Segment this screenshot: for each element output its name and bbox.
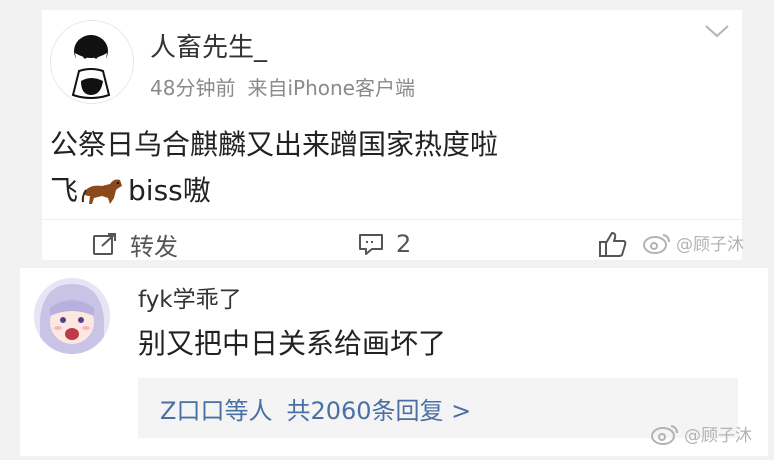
- post-text-fly: 飞: [50, 174, 79, 207]
- watermark-text: @顾子沐: [684, 426, 752, 446]
- post-card: 人畜先生_ 48分钟前 来自iPhone客户端 公祭日乌合麒麟又出来蹭国家热度啦 …: [42, 10, 742, 261]
- replies-who: Z口口等人: [160, 396, 273, 425]
- post-text-line-1: 公祭日乌合麒麟又出来蹭国家热度啦: [50, 128, 499, 161]
- comment-count: 2: [396, 230, 412, 258]
- post-text: 公祭日乌合麒麟又出来蹭国家热度啦 飞 biss嗷: [50, 122, 498, 214]
- view-replies-button[interactable]: Z口口等人 共2060条回复 >: [138, 378, 738, 438]
- author-name[interactable]: 人畜先生_: [150, 27, 267, 64]
- comment-button[interactable]: 2: [358, 229, 411, 259]
- watermark-text: @顾子沐: [676, 235, 744, 255]
- replies-count: 共2060条回复 >: [286, 396, 472, 425]
- watermark: @顾子沐: [642, 230, 744, 255]
- thumbs-up-icon: [599, 232, 627, 257]
- horse-emoji-icon: [80, 174, 126, 206]
- post-meta: 48分钟前 来自iPhone客户端: [150, 72, 415, 101]
- post-text-line-2: 飞 biss嗷: [50, 168, 498, 214]
- watermark: @顾子沐: [650, 421, 752, 446]
- like-button[interactable]: [598, 229, 640, 259]
- repost-label: 转发: [130, 232, 178, 261]
- author-avatar[interactable]: [50, 20, 134, 104]
- comment-icon: [359, 234, 383, 255]
- repost-button[interactable]: 转发: [92, 229, 178, 261]
- post-source: 来自iPhone客户端: [247, 76, 415, 100]
- post-text-biss: biss嗷: [128, 174, 211, 207]
- weibo-logo-icon: [643, 233, 670, 254]
- action-divider: [42, 219, 742, 220]
- comment-text: 别又把中日关系给画坏了: [138, 327, 447, 360]
- chevron-down-icon[interactable]: [704, 22, 730, 40]
- post-time: 48分钟前: [150, 76, 236, 100]
- commenter-name[interactable]: fyk学乖了: [138, 280, 242, 314]
- share-icon: [93, 233, 116, 255]
- weibo-logo-icon: [651, 424, 678, 445]
- commenter-avatar[interactable]: [34, 278, 110, 354]
